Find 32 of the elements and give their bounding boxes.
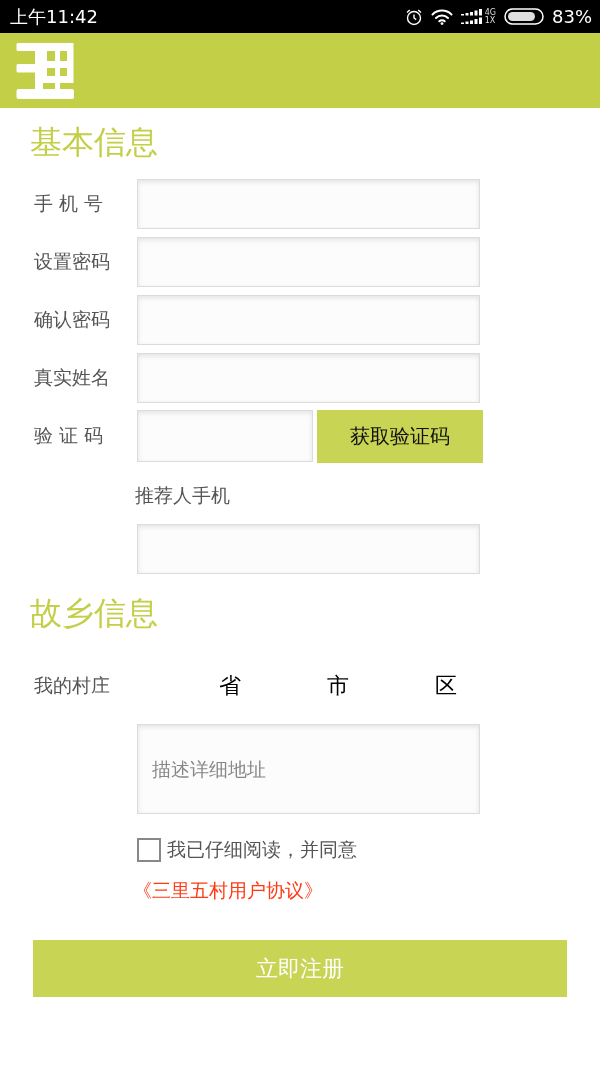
field-label: 确认密码 — [34, 307, 111, 332]
field-label: 手 机 号 — [34, 191, 105, 216]
network-type-label: 4G — [484, 8, 496, 17]
code-field[interactable] — [137, 410, 313, 462]
region-picker[interactable]: 省 — [219, 671, 241, 701]
network-type-label: 1X — [484, 16, 496, 25]
text-field[interactable] — [137, 237, 480, 287]
field-label: 推荐人手机 — [135, 483, 230, 508]
signal-icon — [460, 9, 483, 24]
text-field[interactable] — [137, 353, 480, 403]
field-label: 真实姓名 — [34, 365, 111, 390]
field-label: 设置密码 — [34, 249, 111, 274]
battery-percent: 83% — [552, 6, 592, 27]
address-field[interactable]: 描述详细地址 — [137, 724, 480, 814]
battery-icon — [504, 8, 544, 25]
alarm-clock-icon — [404, 7, 423, 26]
checkbox[interactable] — [137, 838, 161, 862]
get-code-button[interactable]: 获取验证码 — [317, 409, 483, 463]
field-label: 我的村庄 — [34, 673, 110, 698]
agreement-link[interactable]: 《三里五村用户协议》 — [133, 877, 323, 903]
text-field[interactable] — [137, 179, 480, 229]
field-label: 验 证 码 — [34, 423, 105, 448]
text-field[interactable] — [137, 524, 480, 574]
region-picker[interactable]: 区 — [435, 671, 457, 701]
agreement-text: 我已仔细阅读，并同意 — [167, 837, 357, 862]
region-picker[interactable]: 市 — [327, 671, 349, 701]
wifi-icon — [430, 8, 453, 25]
section-title: 故乡信息 — [30, 594, 158, 632]
section-title: 基本信息 — [30, 123, 158, 161]
logo-icon — [16, 42, 74, 99]
status-time: 上午11:42 — [10, 4, 98, 29]
text-field[interactable] — [137, 295, 480, 345]
